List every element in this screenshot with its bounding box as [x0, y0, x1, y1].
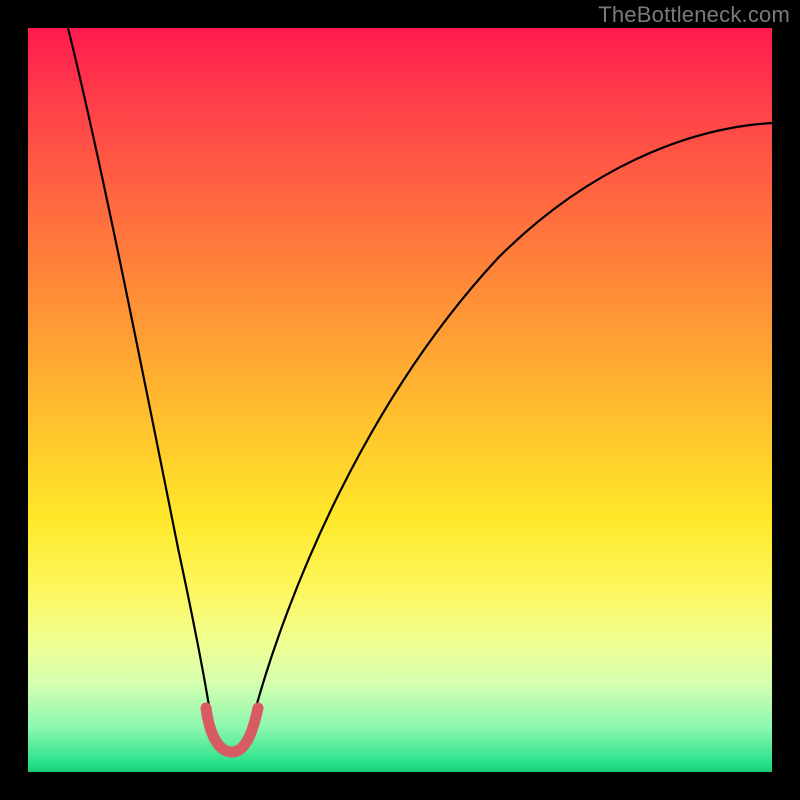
- watermark-text: TheBottleneck.com: [598, 2, 790, 28]
- valley-marker: [206, 708, 258, 752]
- plot-area: [28, 28, 772, 772]
- curve-left: [68, 28, 211, 718]
- curve-layer: [28, 28, 772, 772]
- curve-right: [253, 123, 772, 718]
- chart-frame: TheBottleneck.com: [0, 0, 800, 800]
